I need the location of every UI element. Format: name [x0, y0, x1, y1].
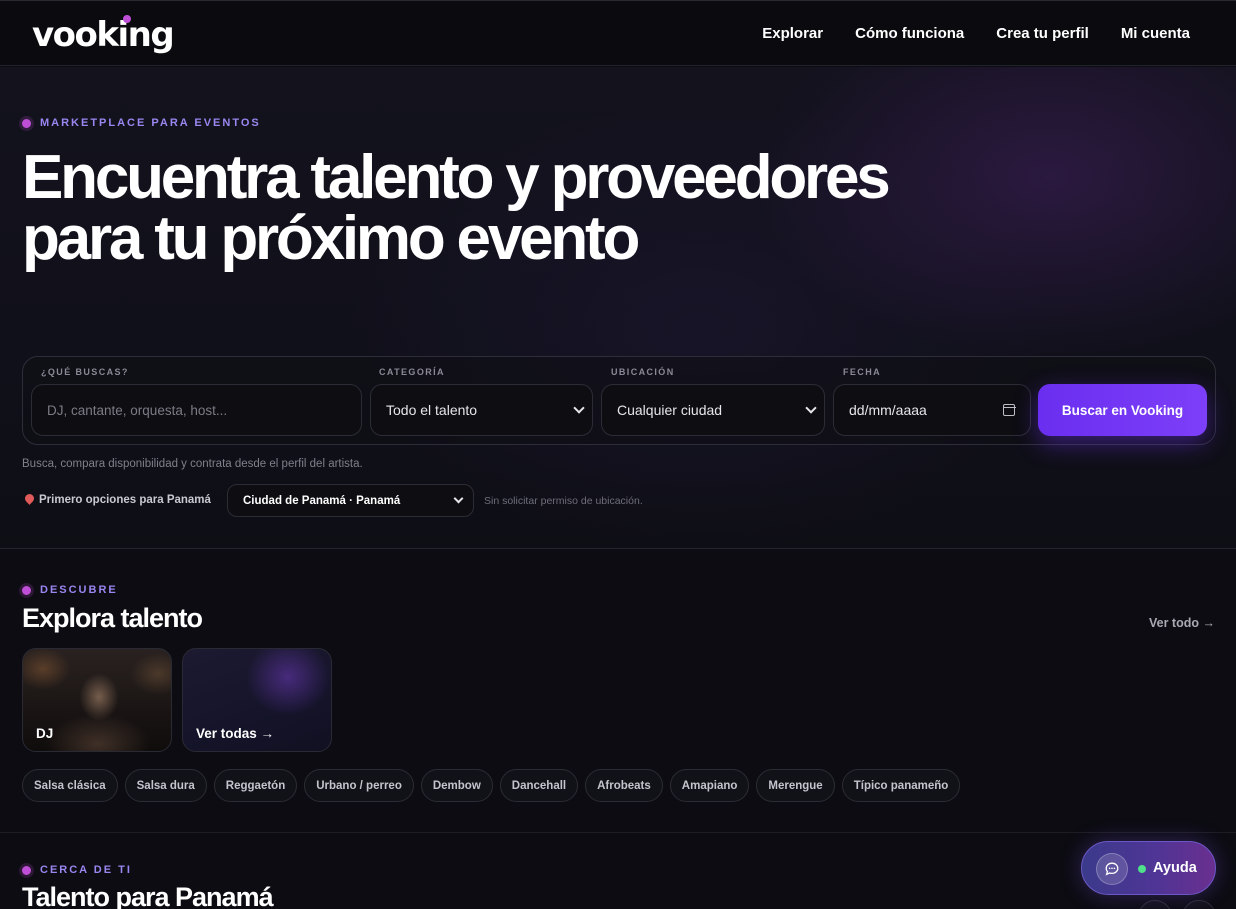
hero-title: Encuentra talento y proveedores para tu … [22, 143, 891, 273]
carousel-next-button[interactable] [1182, 900, 1216, 909]
help-button[interactable]: Ayuda [1081, 841, 1216, 895]
card-label: DJ [36, 726, 54, 741]
discover-eyebrow: DESCUBRE [22, 584, 118, 596]
city-select[interactable]: Ciudad de Panamá · Panamá [227, 484, 474, 517]
eyebrow-dot-icon [22, 585, 31, 595]
chip-urbano-perreo[interactable]: Urbano / perreo [304, 769, 414, 802]
category-value: Todo el talento [386, 402, 478, 418]
search-input-placeholder: DJ, cantante, orquesta, host... [47, 402, 228, 418]
location-pin-icon [23, 492, 36, 505]
top-navigation-bar: vooking Explorar Cómo funciona Crea tu p… [0, 0, 1236, 66]
nav-como-funciona[interactable]: Cómo funciona [855, 25, 964, 42]
chip-merengue[interactable]: Merengue [756, 769, 835, 802]
category-label: CATEGORÍA [379, 367, 445, 377]
location-prompt: Primero opciones para Panamá [39, 494, 211, 506]
date-label: FECHA [843, 367, 881, 377]
search-panel: ¿QUÉ BUSCAS? DJ, cantante, orquesta, hos… [22, 356, 1216, 445]
eyebrow-dot-icon [22, 865, 31, 875]
hero-eyebrow-text: MARKETPLACE PARA EVENTOS [40, 117, 261, 129]
location-row: Primero opciones para Panamá Ciudad de P… [22, 484, 722, 518]
chevron-down-icon [573, 402, 585, 414]
chevron-down-icon [453, 493, 464, 504]
category-card-dj[interactable]: DJ [22, 648, 172, 752]
see-all-link[interactable]: Ver todo → [1149, 616, 1215, 630]
location-label: UBICACIÓN [611, 367, 675, 377]
city-select-value: Ciudad de Panamá · Panamá [243, 494, 401, 507]
discover-eyebrow-text: DESCUBRE [40, 584, 118, 596]
online-status-dot [1138, 865, 1146, 873]
search-button[interactable]: Buscar en Vooking [1038, 384, 1207, 436]
card-label: Ver todas → [196, 726, 275, 741]
chip-tipico-panameno[interactable]: Típico panameño [841, 769, 961, 802]
vooking-logo[interactable]: vooking [32, 15, 175, 55]
chevron-down-icon [805, 402, 817, 414]
chat-bubble-icon [1096, 853, 1128, 885]
eyebrow-dot-icon [22, 118, 31, 128]
nearby-eyebrow-text: CERCA DE TI [40, 864, 132, 876]
chip-amapiano[interactable]: Amapiano [669, 769, 750, 802]
chip-dancehall[interactable]: Dancehall [499, 769, 579, 802]
chip-salsa-clasica[interactable]: Salsa clásica [22, 769, 118, 802]
hero-eyebrow: MARKETPLACE PARA EVENTOS [22, 117, 261, 129]
what-label: ¿QUÉ BUSCAS? [41, 367, 129, 377]
chip-afrobeats[interactable]: Afrobeats [585, 769, 663, 802]
date-input[interactable]: dd/mm/aaaa [833, 384, 1031, 436]
location-value: Cualquier ciudad [617, 402, 723, 418]
chip-dembow[interactable]: Dembow [420, 769, 493, 802]
nav-crea-perfil[interactable]: Crea tu perfil [996, 25, 1089, 42]
search-input[interactable]: DJ, cantante, orquesta, host... [31, 384, 362, 436]
search-hint: Busca, compara disponibilidad y contrata… [22, 458, 363, 470]
section-divider [0, 832, 1236, 833]
category-card-see-all[interactable]: Ver todas → [182, 648, 332, 752]
hero-section: MARKETPLACE PARA EVENTOS Encuentra talen… [0, 67, 1236, 549]
chip-salsa-dura[interactable]: Salsa dura [124, 769, 207, 802]
logo-accent-dot [123, 15, 131, 23]
location-note: Sin solicitar permiso de ubicación. [484, 495, 643, 507]
nav-mi-cuenta[interactable]: Mi cuenta [1121, 25, 1190, 42]
calendar-icon[interactable] [1002, 404, 1016, 416]
help-label: Ayuda [1153, 860, 1197, 876]
chip-reggaeton[interactable]: Reggaetón [213, 769, 298, 802]
nearby-eyebrow: CERCA DE TI [22, 864, 132, 876]
category-select[interactable]: Todo el talento [370, 384, 593, 436]
discover-title: Explora talento [22, 603, 203, 633]
nearby-title: Talento para Panamá [22, 882, 274, 909]
main-nav: Explorar Cómo funciona Crea tu perfil Mi… [762, 25, 1190, 42]
carousel-prev-button[interactable] [1138, 900, 1172, 909]
genre-chips: Salsa clásica Salsa dura Reggaetón Urban… [22, 769, 961, 802]
date-placeholder: dd/mm/aaaa [849, 402, 927, 418]
location-select[interactable]: Cualquier ciudad [601, 384, 825, 436]
nav-explorar[interactable]: Explorar [762, 25, 823, 42]
